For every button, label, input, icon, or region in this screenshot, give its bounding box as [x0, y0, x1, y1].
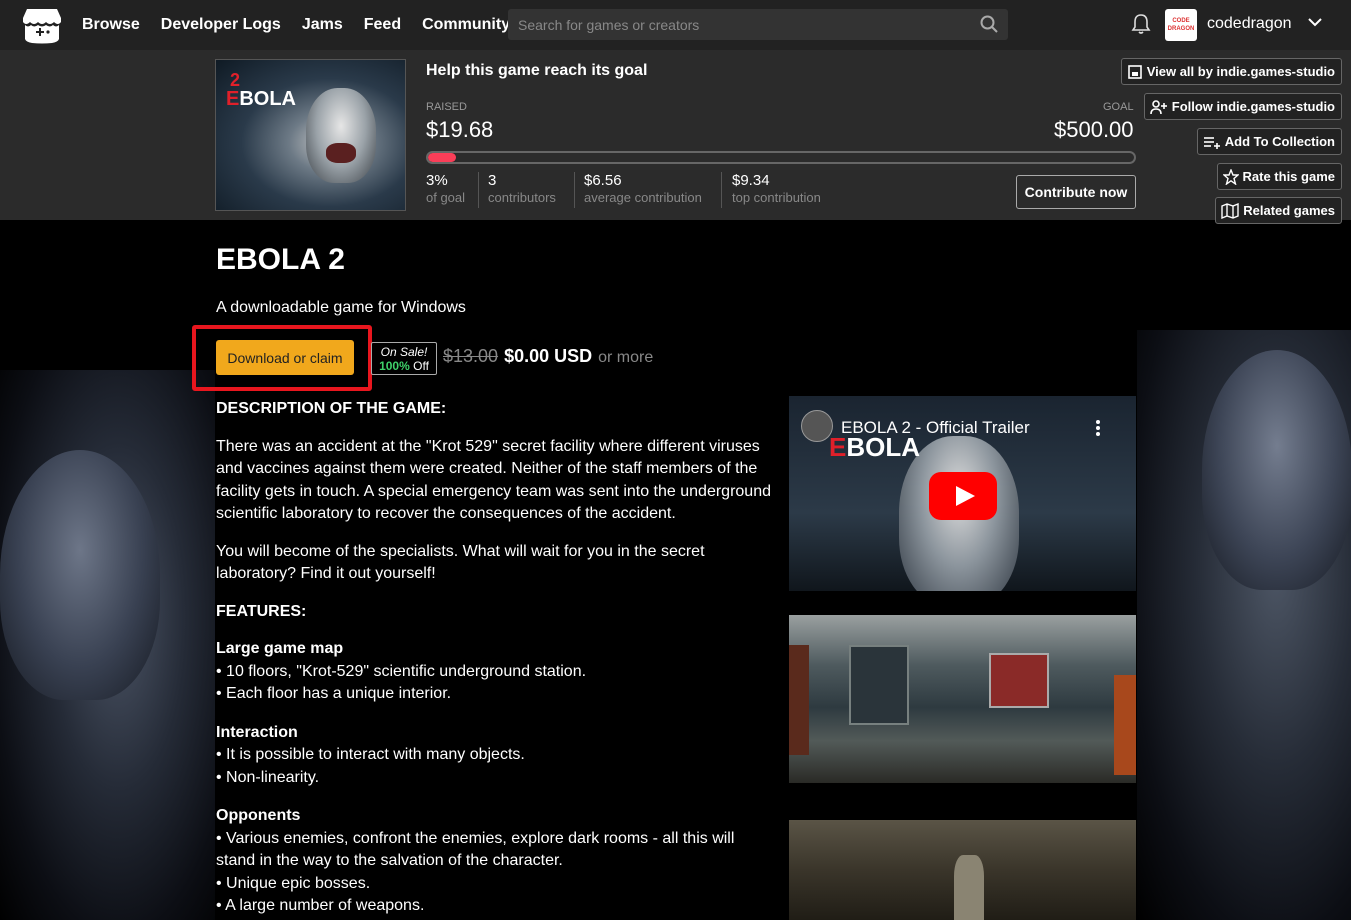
nav-jams[interactable]: Jams: [302, 16, 343, 34]
download-or-claim-button[interactable]: Download or claim: [216, 340, 354, 375]
map-icon: [1221, 202, 1239, 219]
main-nav: Browse Developer Logs Jams Feed Communit…: [82, 0, 531, 50]
feature-section: Large game map • 10 floors, "Krot-529" s…: [216, 640, 587, 702]
screenshot-corridor[interactable]: [789, 820, 1136, 920]
stat-average: $6.56 average contribution: [584, 172, 702, 205]
follow-studio-button[interactable]: Follow indie.games-studio: [1143, 93, 1342, 120]
feature-section: Interaction • It is possible to interact…: [216, 723, 525, 786]
game-description: DESCRIPTION OF THE GAME: There was an ac…: [216, 398, 776, 918]
play-button-icon[interactable]: [929, 472, 997, 520]
goal-progress-fill: [428, 153, 457, 162]
feature-section: Opponents • Various enemies, confront th…: [216, 807, 735, 914]
nav-community[interactable]: Community: [422, 16, 510, 34]
background-skull: [1202, 350, 1351, 590]
search-input[interactable]: [518, 16, 968, 33]
video-logo: EBOLA: [829, 432, 921, 462]
description-heading: DESCRIPTION OF THE GAME:: [216, 400, 447, 417]
list-add-icon: [1203, 136, 1220, 149]
itch-logo-icon[interactable]: [22, 7, 62, 45]
chevron-down-icon[interactable]: [1307, 14, 1323, 30]
avatar[interactable]: CODE DRAGON: [1165, 9, 1197, 41]
description-paragraph: There was an accident at the "Krot 529" …: [216, 437, 771, 523]
background-art-left: [0, 370, 215, 920]
game-cover-image[interactable]: 2 EBOLA: [215, 59, 406, 211]
current-price: $0.00 USD: [504, 346, 593, 366]
itch-store-icon: [1127, 64, 1142, 79]
username-label[interactable]: codedragon: [1207, 15, 1292, 33]
original-price: $13.00: [443, 346, 499, 366]
background-art-right: [1137, 330, 1351, 920]
cover-title: EBOLA: [226, 88, 297, 110]
star-icon: [1222, 168, 1239, 185]
stat-divider: [478, 172, 479, 208]
or-more-label: or more: [598, 349, 654, 366]
search-icon[interactable]: [980, 15, 998, 33]
more-options-icon[interactable]: [1094, 418, 1102, 438]
stat-divider: [574, 172, 575, 208]
top-nav-bar: Browse Developer Logs Jams Feed Communit…: [0, 0, 1351, 50]
character-figure: [954, 855, 984, 920]
stat-top: $9.34 top contribution: [732, 172, 821, 205]
cover-zombie-face: [306, 88, 376, 183]
raised-label: RAISED: [426, 101, 467, 113]
goal-label: GOAL: [1103, 101, 1134, 113]
stat-divider: [721, 172, 722, 208]
features-heading: FEATURES:: [216, 602, 307, 620]
price-display: $13.00 $0.00 USD or more: [443, 346, 653, 367]
related-games-button[interactable]: Related games: [1215, 197, 1342, 224]
add-to-collection-button[interactable]: Add To Collection: [1196, 128, 1342, 155]
user-plus-icon: [1149, 99, 1167, 114]
trailer-video[interactable]: EBOLA 2 - Official Trailer EBOLA: [789, 396, 1136, 591]
game-subtitle: A downloadable game for Windows: [216, 299, 466, 316]
train-window: [849, 645, 909, 725]
goal-progress-bar: [426, 151, 1136, 164]
raised-value: $19.68: [426, 117, 494, 142]
sale-badge: On Sale! 100% Off: [371, 342, 437, 375]
description-paragraph: You will become of the specialists. What…: [216, 542, 705, 583]
stat-contributors: 3 contributors: [488, 172, 556, 205]
nav-browse[interactable]: Browse: [82, 16, 140, 34]
game-title: EBOLA 2: [216, 243, 345, 276]
goal-value: $500.00: [1054, 117, 1134, 142]
screenshot-subway[interactable]: [789, 615, 1136, 783]
stat-percent: 3% of goal: [426, 172, 466, 205]
view-all-by-studio-button[interactable]: View all by indie.games-studio: [1120, 58, 1342, 85]
contribute-now-button[interactable]: Contribute now: [1016, 175, 1136, 209]
background-skull: [0, 450, 160, 700]
train-poster: [989, 653, 1049, 708]
nav-developer-logs[interactable]: Developer Logs: [161, 16, 281, 34]
bell-icon[interactable]: [1131, 13, 1151, 35]
search-box: [508, 9, 1008, 40]
character-figure: [1114, 675, 1136, 775]
goal-heading: Help this game reach its goal: [426, 62, 648, 79]
rate-game-button[interactable]: Rate this game: [1216, 163, 1342, 190]
character-figure: [789, 645, 809, 755]
nav-feed[interactable]: Feed: [364, 16, 401, 34]
